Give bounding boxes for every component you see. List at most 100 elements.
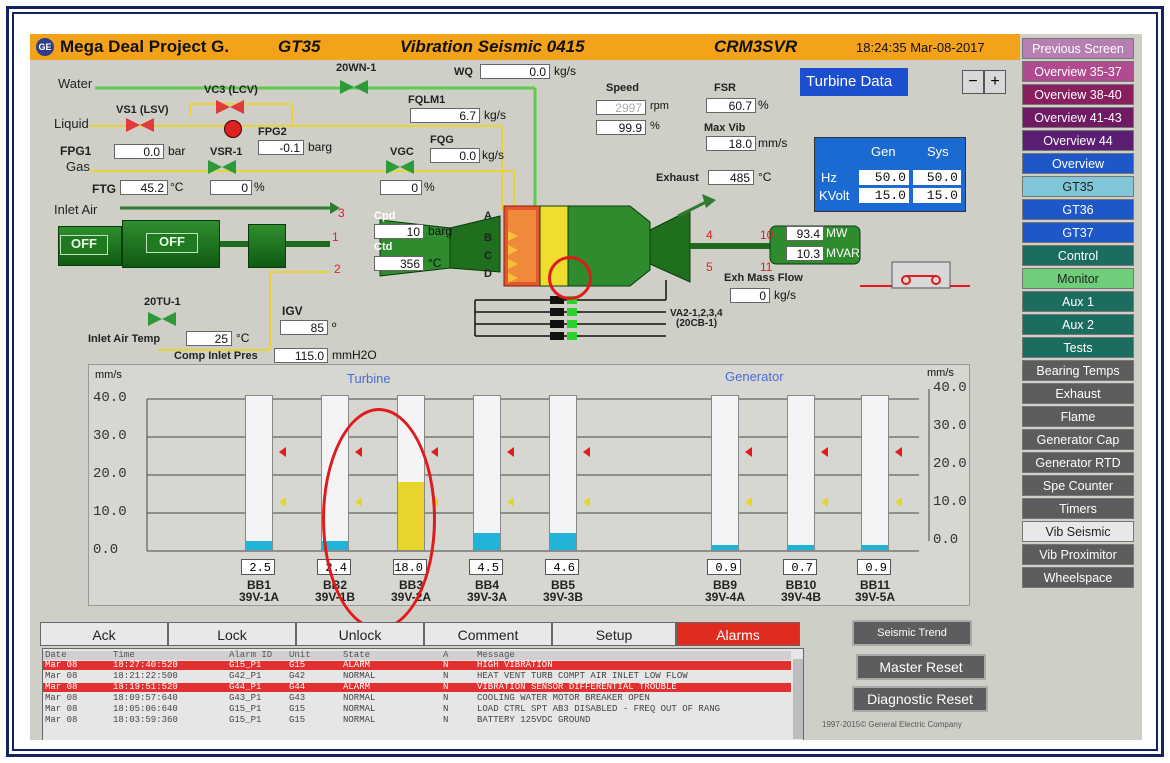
sidebar-item-aux-1[interactable]: Aux 1 <box>1022 291 1134 312</box>
sidebar-item-overview-35-37[interactable]: Overview 35-37 <box>1022 61 1134 82</box>
alarm-row[interactable]: Mar 08 18:19:51:520 G44_P1 G44 ALARM N VIBRATI… <box>43 683 791 692</box>
filter-machine <box>248 224 286 268</box>
sidebar-item-gt35[interactable]: GT35 <box>1022 176 1134 197</box>
kvolt-label: KVolt <box>819 188 850 203</box>
alarm-cell-msg: Message <box>477 650 515 660</box>
maxvib-value: 18.0 <box>706 136 756 151</box>
tab-lock[interactable]: Lock <box>168 622 296 646</box>
fqlm1-value: 6.7 <box>410 108 480 123</box>
tab-ack[interactable]: Ack <box>40 622 168 646</box>
left-tick-label: 30.0 <box>93 428 127 444</box>
alarm-scrollbar[interactable] <box>793 659 803 739</box>
kv-gen-value: 15.0 <box>859 188 909 203</box>
process-diagram <box>90 86 970 351</box>
vsr1-value: 0 <box>210 180 252 195</box>
fpg2-value: -0.1 <box>258 140 304 155</box>
left-tick-label: 0.0 <box>93 542 119 558</box>
sidebar-item-exhaust[interactable]: Exhaust <box>1022 383 1134 404</box>
tab-alarms[interactable]: Alarms <box>676 622 800 646</box>
datetime: 18:24:35 Mar-08-2017 <box>856 40 985 55</box>
alarm-cell-state: State <box>343 650 371 660</box>
bar-value-label: 0.9 <box>857 559 891 575</box>
sidebar-item-overview-38-40[interactable]: Overview 38-40 <box>1022 84 1134 105</box>
bar-tag-label: 39V-4B <box>780 590 822 604</box>
sidebar-item-generator-rtd[interactable]: Generator RTD <box>1022 452 1134 473</box>
left-tick-label: 10.0 <box>93 504 127 520</box>
sidebar-item-vib-proximitor[interactable]: Vib Proximitor <box>1022 544 1134 565</box>
turbine-data-select[interactable]: Turbine Data <box>800 68 908 96</box>
sidebar-item-flame[interactable]: Flame <box>1022 406 1134 427</box>
alarm-cell-id: G15_P1 <box>229 704 262 714</box>
kv-sys-value: 15.0 <box>913 188 961 203</box>
sidebar-item-spe-counter[interactable]: Spe Counter <box>1022 475 1134 496</box>
alarm-row[interactable]: Mar 08 18:03:59:360 G15_P1 G15 NORMAL N BATTER… <box>43 716 791 725</box>
sidebar-item-gt37[interactable]: GT37 <box>1022 222 1134 243</box>
valve-vc3-icon[interactable] <box>216 100 244 114</box>
valve-vsr1-icon[interactable] <box>208 160 236 174</box>
project-title: Mega Deal Project G. <box>60 37 230 56</box>
wq-unit: kg/s <box>554 64 577 78</box>
sidebar-item-monitor[interactable]: Monitor <box>1022 268 1134 289</box>
alarm-cell-a: N <box>443 704 449 714</box>
sidebar-item-tests[interactable]: Tests <box>1022 337 1134 358</box>
minus-button[interactable]: − <box>962 70 984 94</box>
bar-tag-label: 39V-3A <box>466 590 508 604</box>
alarm-cell-id: G42_P1 <box>229 671 262 681</box>
sidebar-item-previous-screen[interactable]: Previous Screen <box>1022 38 1134 59</box>
sidebar-item-timers[interactable]: Timers <box>1022 498 1134 519</box>
alarm-cell-unit: G15 <box>289 704 306 714</box>
sidebar-item-aux-2[interactable]: Aux 2 <box>1022 314 1134 335</box>
alarm-row[interactable]: Mar 08 18:27:40:520 G15_P1 G15 ALARM N HIGH VI… <box>43 661 791 670</box>
diagnostic-reset-button[interactable]: Diagnostic Reset <box>852 686 988 712</box>
ftg-value: 45.2 <box>120 180 168 195</box>
sidebar-item-gt36[interactable]: GT36 <box>1022 199 1134 220</box>
sidebar-item-bearing-temps[interactable]: Bearing Temps <box>1022 360 1134 381</box>
bar-tag-label: 39V-5A <box>854 590 896 604</box>
alarm-cell-unit: G15 <box>289 715 306 725</box>
speed-pct-value: 99.9 <box>596 120 646 135</box>
tab-setup[interactable]: Setup <box>552 622 676 646</box>
alarm-row[interactable]: Mar 08 18:21:22:500 G42_P1 G42 NORMAL N HEAT V… <box>43 672 791 681</box>
alarm-cell-time: 18:27:40:520 <box>113 660 178 670</box>
speed-pct-unit: % <box>650 120 660 132</box>
sidebar-item-overview[interactable]: Overview <box>1022 153 1134 174</box>
alarm-list[interactable]: Date Time Alarm ID Unit State A Message Mar 08 1… <box>42 648 804 740</box>
vgc-unit: % <box>424 180 435 194</box>
bar-tag-label: 39V-1A <box>238 590 280 604</box>
hz-label: Hz <box>821 170 837 185</box>
sidebar-item-overview-44[interactable]: Overview 44 <box>1022 130 1134 151</box>
sidebar-item-generator-cap[interactable]: Generator Cap <box>1022 429 1134 450</box>
alarm-marker <box>583 447 590 458</box>
wq-value: 0.0 <box>480 64 550 79</box>
wn-label: 20WN-1 <box>336 62 377 74</box>
plus-button[interactable]: + <box>984 70 1006 94</box>
tu-label: 20TU-1 <box>144 296 181 308</box>
valve-20wn1-icon[interactable] <box>340 80 368 94</box>
tab-unlock[interactable]: Unlock <box>296 622 424 646</box>
seismic-trend-button[interactable]: Seismic Trend <box>852 620 972 646</box>
tab-comment[interactable]: Comment <box>424 622 552 646</box>
fqg-unit: kg/s <box>482 148 505 162</box>
bar-bb11 <box>862 545 888 550</box>
valve-20tu1-icon[interactable] <box>148 312 176 326</box>
alarm-row[interactable]: Mar 08 18:09:57:640 G43_P1 G43 NORMAL N COOLIN… <box>43 694 791 703</box>
gas-label: Gas <box>66 159 90 174</box>
off-button-1[interactable]: OFF <box>60 235 108 255</box>
alarm-row[interactable]: Mar 08 18:05:06:640 G15_P1 G15 NORMAL N LOAD C… <box>43 705 791 714</box>
exhaust-unit: °C <box>758 170 772 184</box>
alert-marker <box>821 496 828 507</box>
valve-vs1-icon[interactable] <box>126 118 154 132</box>
fpg2-label: FPG2 <box>258 126 287 138</box>
valve-vgc-icon[interactable] <box>386 160 414 174</box>
sidebar-item-control[interactable]: Control <box>1022 245 1134 266</box>
fsr-label: FSR <box>714 82 736 94</box>
sidebar-item-overview-41-43[interactable]: Overview 41-43 <box>1022 107 1134 128</box>
sidebar-item-vib-seismic[interactable]: Vib Seismic <box>1022 521 1134 542</box>
alarm-marker <box>431 447 438 458</box>
ctd-value: 356 <box>374 256 424 271</box>
igv-value: 85 <box>280 320 328 335</box>
sidebar-item-wheelspace[interactable]: Wheelspace <box>1022 567 1134 588</box>
master-reset-button[interactable]: Master Reset <box>856 654 986 680</box>
pump-icon[interactable] <box>224 120 242 138</box>
off-button-2[interactable]: OFF <box>146 233 198 253</box>
